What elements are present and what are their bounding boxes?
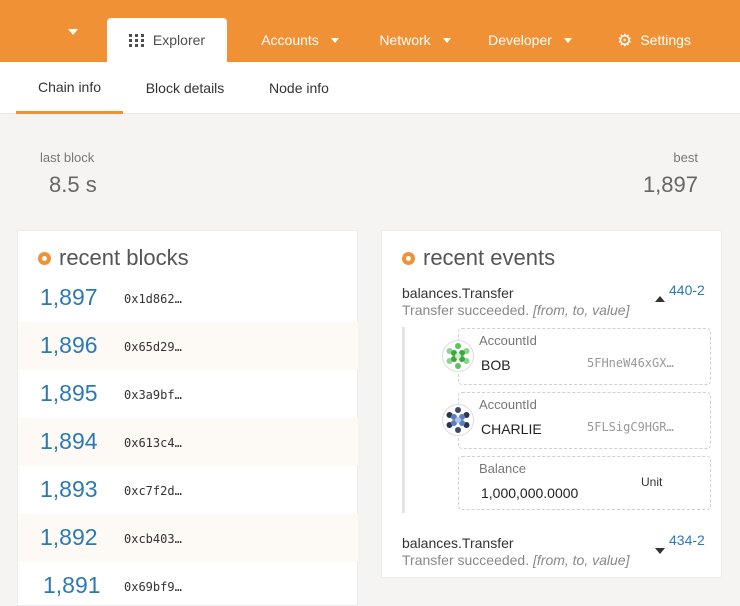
recent-events-title: recent events [402, 245, 555, 271]
nav-tab-accounts[interactable]: Accounts [250, 18, 350, 62]
tab-block-details[interactable]: Block details [130, 62, 240, 114]
param-label: Balance [479, 461, 526, 476]
nav-tab-network[interactable]: Network [370, 18, 460, 62]
block-number[interactable]: 1,893 [40, 476, 98, 503]
block-hash: 0xcb403… [124, 532, 182, 546]
identicon-icon[interactable] [442, 340, 474, 372]
nav-tab-label: Settings [640, 32, 691, 48]
recent-blocks-card: recent blocks 1,897 0x1d862… 1,896 0x65d… [17, 230, 358, 606]
collapse-toggle-icon[interactable] [655, 296, 665, 302]
best-value: 1,897 [642, 172, 698, 197]
block-row[interactable]: 1,895 0x3a9bf… [18, 370, 358, 418]
expand-toggle-icon[interactable] [655, 548, 665, 554]
param-balance-value: 1,000,000.0000 [481, 485, 579, 501]
block-number[interactable]: 1,896 [40, 332, 98, 359]
best-label: best [673, 150, 698, 165]
block-row[interactable]: 1,897 0x1d862… [18, 274, 358, 322]
event-id-link[interactable]: 434-2 [669, 532, 705, 548]
nav-tab-developer[interactable]: Developer [480, 18, 580, 62]
param-account-address[interactable]: 5FHneW46xGX… [587, 356, 674, 370]
block-number[interactable]: 1,894 [40, 428, 98, 455]
recent-blocks-title: recent blocks [38, 245, 189, 271]
event-description-args: [from, to, value] [533, 302, 630, 318]
chevron-down-icon [563, 37, 572, 43]
block-hash: 0x1d862… [124, 292, 182, 306]
event-description-args: [from, to, value] [533, 552, 630, 568]
param-account-address[interactable]: 5FLSigC9HGR… [587, 420, 674, 434]
event-name: balances.Transfer [402, 285, 514, 301]
block-hash: 0xc7f2d… [124, 484, 182, 498]
nav-tab-settings[interactable]: ⚙ Settings [606, 18, 702, 62]
nav-tab-label: Explorer [152, 32, 206, 48]
param-label: AccountId [479, 333, 537, 348]
event-description-text: Transfer succeeded. [402, 552, 533, 568]
card-title-text: recent events [423, 245, 556, 270]
grid-icon [128, 33, 145, 47]
param-balance-unit: Unit [641, 475, 663, 489]
block-row[interactable]: 1,892 0xcb403… [18, 514, 358, 562]
block-number[interactable]: 1,895 [40, 380, 98, 407]
chain-selector[interactable] [0, 0, 100, 62]
param-account-name: BOB [481, 357, 511, 373]
block-row[interactable]: 1,896 0x65d29… [18, 322, 358, 370]
event-id-link[interactable]: 440-2 [669, 282, 705, 298]
event-description: Transfer succeeded. [from, to, value] [402, 552, 629, 568]
tab-label: Node info [269, 80, 329, 96]
event-description: Transfer succeeded. [from, to, value] [402, 302, 629, 318]
chevron-down-icon [68, 29, 78, 35]
param-account-bob[interactable]: AccountId BOB 5FHneW46xGX… [458, 328, 711, 385]
block-hash: 0x3a9bf… [124, 388, 182, 402]
param-balance[interactable]: Balance 1,000,000.0000 Unit [458, 456, 711, 510]
block-hash: 0x613c4… [124, 436, 182, 450]
tab-chain-info[interactable]: Chain info [16, 62, 123, 114]
param-label: AccountId [479, 397, 537, 412]
chevron-down-icon [442, 37, 451, 43]
block-row[interactable]: 1,894 0x613c4… [18, 418, 358, 466]
event-name: balances.Transfer [402, 535, 514, 551]
nav-tab-label: Network [379, 32, 431, 48]
block-number[interactable]: 1,897 [40, 284, 98, 311]
block-number[interactable]: 1,892 [40, 524, 98, 551]
block-row[interactable]: 1,893 0xc7f2d… [18, 466, 358, 514]
params-divider [402, 327, 405, 513]
param-account-charlie[interactable]: AccountId CHARLIE 5FLSigC9HGR… [458, 392, 711, 449]
chevron-down-icon [330, 37, 339, 43]
block-hash: 0x69bf9… [124, 580, 182, 594]
nav-tab-explorer[interactable]: Explorer [107, 18, 227, 62]
tab-label: Block details [145, 80, 225, 96]
top-navbar: Explorer Accounts Network Developer ⚙ Se… [0, 0, 740, 62]
nav-tab-label: Developer [488, 32, 552, 48]
recent-events-card: recent events balances.Transfer Transfer… [381, 230, 722, 578]
identicon-icon[interactable] [442, 404, 474, 436]
nav-tab-label: Accounts [261, 32, 319, 48]
card-title-text: recent blocks [59, 245, 189, 270]
dot-icon [38, 251, 51, 265]
param-account-name: CHARLIE [481, 421, 542, 437]
block-number[interactable]: 1,891 [43, 572, 101, 599]
last-block-label: last block [40, 150, 95, 165]
gear-icon: ⚙ [617, 30, 633, 50]
tab-label: Chain info [37, 78, 102, 95]
tab-node-info[interactable]: Node info [252, 62, 346, 114]
block-row[interactable]: 1,891 0x69bf9… [18, 562, 358, 606]
last-block-value: 8.5 s [49, 172, 97, 197]
event-description-text: Transfer succeeded. [402, 302, 533, 318]
dot-icon [402, 251, 415, 265]
sub-tabs: Chain info Block details Node info [0, 62, 740, 114]
block-hash: 0x65d29… [124, 340, 182, 354]
